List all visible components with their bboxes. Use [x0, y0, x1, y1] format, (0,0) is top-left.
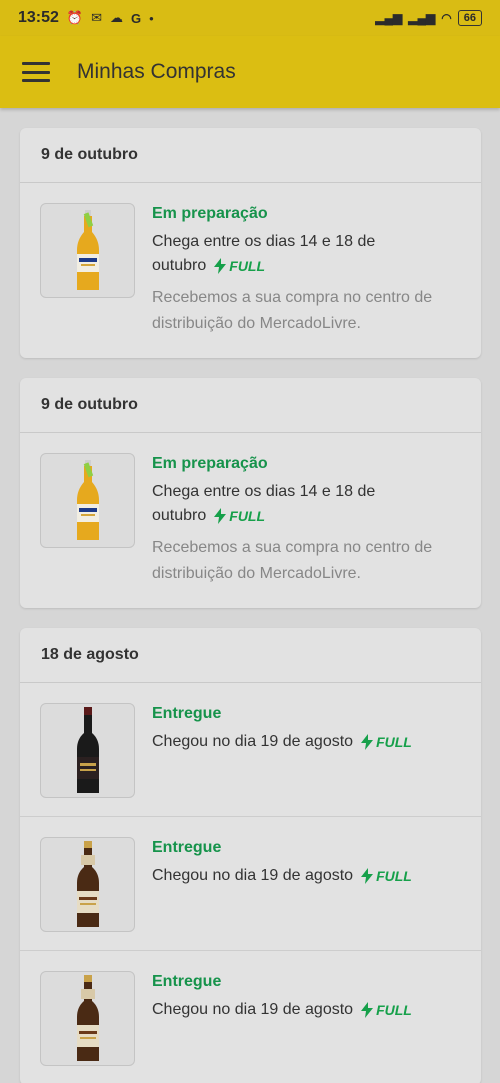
status-time: 13:52 [18, 9, 59, 26]
hamburger-icon[interactable] [22, 62, 50, 82]
order-eta: Chegou no dia 19 de agosto FULL [152, 730, 461, 754]
photo-icon: ☁ [110, 10, 124, 25]
order-status: Entregue [152, 705, 222, 722]
dot-icon: • [149, 10, 154, 26]
order-date: 9 de outubro [20, 128, 481, 183]
order-info: Entregue Chegou no dia 19 de agosto FULL [152, 971, 461, 1083]
order-info: Entregue Chegou no dia 19 de agosto FULL [152, 837, 461, 950]
product-image[interactable] [40, 837, 135, 932]
g-icon: G [131, 10, 142, 26]
order-item[interactable]: Entregue Chegou no dia 19 de agosto FULL [20, 951, 481, 1083]
order-date: 18 de agosto [20, 628, 481, 683]
signal-icon-2: ▂▄▆ [408, 11, 436, 25]
full-badge: FULL [361, 730, 412, 754]
full-badge: FULL [361, 998, 412, 1022]
full-badge: FULL [214, 254, 265, 278]
order-info: Em preparação Chega entre os dias 14 e 18… [152, 203, 461, 358]
order-card[interactable]: 9 de outubro Em preparação Chega entre os … [20, 128, 481, 358]
app-bar: Minhas Compras [0, 36, 500, 108]
order-date: 9 de outubro [20, 378, 481, 433]
bolt-icon [361, 734, 374, 750]
order-item[interactable]: Entregue Chegou no dia 19 de agosto FULL [20, 817, 481, 951]
bolt-icon [214, 508, 227, 524]
wifi-icon: ◠ [441, 11, 452, 25]
order-item[interactable]: Em preparação Chega entre os dias 14 e 18… [20, 183, 481, 358]
alarm-icon: ⏰ [66, 10, 84, 25]
order-status: Em preparação [152, 455, 268, 472]
battery-icon: 66 [457, 10, 482, 26]
bolt-icon [214, 258, 227, 274]
order-item[interactable]: Entregue Chegou no dia 19 de agosto FULL [20, 683, 481, 817]
product-image[interactable] [40, 971, 135, 1066]
order-eta: Chegou no dia 19 de agosto FULL [152, 864, 461, 888]
full-badge: FULL [361, 864, 412, 888]
order-card[interactable]: 18 de agosto Entregue Chegou no dia 19 de … [20, 628, 481, 1083]
orders-feed: 9 de outubro Em preparação Chega entre os … [20, 128, 481, 1083]
product-image[interactable] [40, 703, 135, 798]
order-card[interactable]: 9 de outubro Em preparação Chega entre os … [20, 378, 481, 608]
bolt-icon [361, 1002, 374, 1018]
order-info: Em preparação Chega entre os dias 14 e 18… [152, 453, 461, 608]
signal-icon: ▂▄▆ [375, 11, 403, 25]
order-eta: Chega entre os dias 14 e 18 de outubro FUL… [152, 480, 461, 528]
order-eta: Chegou no dia 19 de agosto FULL [152, 998, 461, 1022]
order-status: Entregue [152, 973, 222, 990]
product-image[interactable] [40, 203, 135, 298]
order-note: Recebemos a sua compra no centro de distr… [152, 289, 433, 333]
status-bar: 13:52 ⏰ ✉ ☁ G • ▂▄▆ ▂▄▆ ◠ 66 [0, 0, 500, 36]
order-status: Em preparação [152, 205, 268, 222]
page-title: Minhas Compras [77, 60, 236, 83]
bolt-icon [361, 868, 374, 884]
full-badge: FULL [214, 504, 265, 528]
order-eta: Chega entre os dias 14 e 18 de outubro FUL… [152, 230, 461, 278]
mail-icon: ✉ [91, 10, 103, 25]
order-info: Entregue Chegou no dia 19 de agosto FULL [152, 703, 461, 816]
product-image[interactable] [40, 453, 135, 548]
order-item[interactable]: Em preparação Chega entre os dias 14 e 18… [20, 433, 481, 608]
order-note: Recebemos a sua compra no centro de distr… [152, 539, 433, 583]
order-status: Entregue [152, 839, 222, 856]
